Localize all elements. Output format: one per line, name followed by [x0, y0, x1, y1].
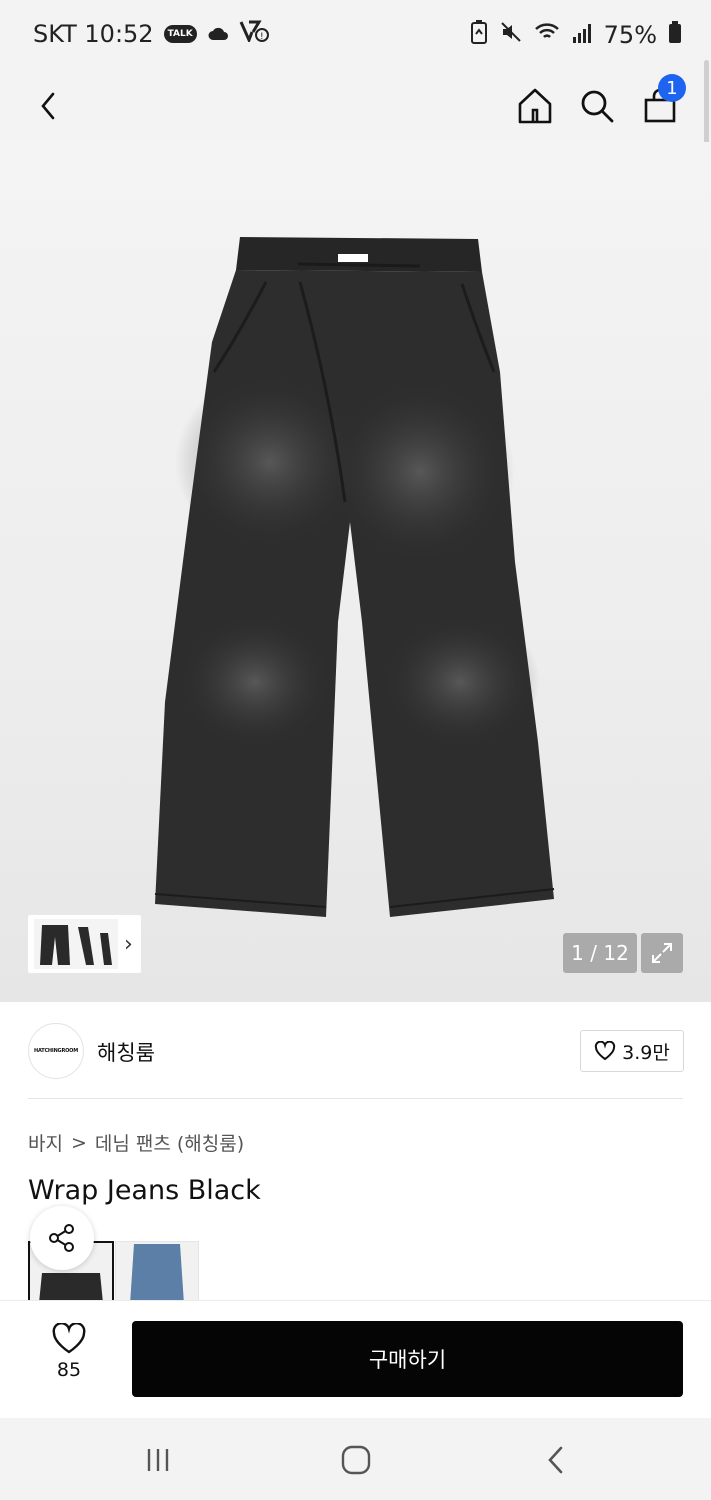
breadcrumb-category[interactable]: 바지: [28, 1129, 63, 1156]
battery-icon: [669, 21, 681, 49]
swatch-image: [130, 1244, 184, 1302]
expand-button[interactable]: [641, 933, 683, 973]
home-nav-icon: [341, 1445, 371, 1475]
heart-icon: [52, 1323, 86, 1354]
app-bar: 1: [0, 70, 711, 142]
image-counter: 1 / 12: [563, 933, 637, 973]
home-nav-button[interactable]: [334, 1438, 378, 1482]
back-chevron-icon: [41, 92, 55, 120]
status-left: SKT 10:52 TALK !: [33, 20, 269, 48]
thumbnail-image: [34, 919, 118, 969]
home-button[interactable]: [511, 82, 559, 130]
svg-text:!: !: [260, 32, 264, 42]
share-icon: [49, 1224, 74, 1252]
back-nav-icon: [548, 1446, 563, 1474]
status-bar: SKT 10:52 TALK ! 75%: [0, 0, 711, 70]
wifi-icon: [534, 21, 560, 49]
wish-count: 85: [56, 1359, 82, 1381]
breadcrumb-subcategory[interactable]: 데님 팬츠 (해칭룸): [95, 1129, 244, 1156]
heart-icon: [594, 1041, 616, 1061]
signal-alert-icon: !: [239, 20, 269, 48]
thumbnail-strip[interactable]: ›: [28, 915, 141, 973]
breadcrumb-separator-icon: >: [70, 1131, 87, 1154]
brand-row[interactable]: HATCHINGROOM 해칭룸 3.9만: [0, 1002, 711, 1100]
brand-like-count: 3.9만: [622, 1041, 670, 1064]
back-button[interactable]: [25, 82, 73, 130]
brand-logo[interactable]: HATCHINGROOM: [28, 1023, 84, 1079]
product-title: Wrap Jeans Black: [28, 1175, 261, 1206]
divider: [28, 1098, 683, 1099]
battery-saver-icon: [470, 20, 488, 50]
cloud-icon: [207, 20, 229, 48]
buy-button[interactable]: 구매하기: [132, 1321, 683, 1397]
recent-apps-button[interactable]: [136, 1438, 180, 1482]
cell-signal-icon: [572, 21, 592, 49]
search-icon: [581, 90, 614, 123]
mute-icon: [500, 21, 522, 49]
cart-count-badge: 1: [658, 74, 686, 102]
recent-apps-icon: [147, 1449, 169, 1471]
breadcrumb: 바지 > 데님 팬츠 (해칭룸): [28, 1129, 244, 1156]
system-nav-bar: [0, 1418, 711, 1500]
back-nav-button[interactable]: [534, 1438, 578, 1482]
cart-button[interactable]: 1: [636, 74, 686, 130]
talk-badge-icon: TALK: [163, 25, 197, 43]
wish-button[interactable]: 85: [40, 1323, 98, 1381]
expand-icon: [652, 943, 672, 963]
status-right: 75%: [470, 20, 681, 50]
battery-percent: 75%: [603, 21, 657, 49]
thumbnail-arrow-icon: ›: [124, 931, 133, 957]
home-icon: [518, 88, 552, 124]
carrier-time: SKT 10:52: [33, 20, 154, 48]
color-swatch-blue[interactable]: [115, 1241, 199, 1303]
search-button[interactable]: [573, 82, 621, 130]
purchase-bar: 85 구매하기: [0, 1300, 711, 1419]
product-image-gallery[interactable]: › 1 / 12: [0, 142, 711, 1002]
share-button[interactable]: [30, 1206, 94, 1270]
product-image: [154, 237, 555, 917]
brand-name[interactable]: 해칭룸: [97, 1037, 155, 1067]
brand-like-button[interactable]: 3.9만: [580, 1030, 684, 1072]
